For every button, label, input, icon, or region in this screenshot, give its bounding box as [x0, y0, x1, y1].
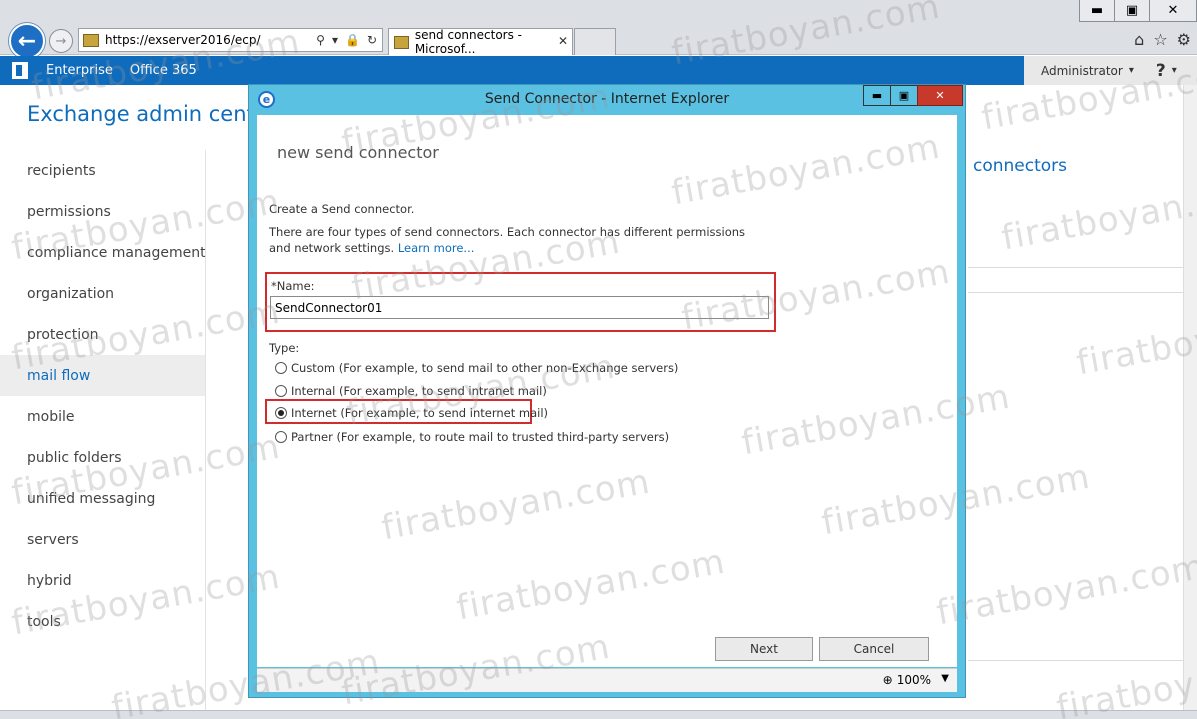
learn-more-link[interactable]: Learn more...	[398, 241, 475, 255]
description-text: There are four types of send connectors.…	[269, 224, 749, 256]
type-label: Type:	[269, 341, 300, 355]
popup-minimize-button[interactable]: ▬	[863, 85, 891, 106]
nav-item-unified-messaging[interactable]: unified messaging	[0, 478, 206, 519]
popup-window-title: Send Connector - Internet Explorer	[484, 91, 730, 107]
nav-item-tools[interactable]: tools	[0, 601, 206, 642]
tab-title: send connectors - Microsof...	[414, 28, 522, 56]
new-tab-button[interactable]	[574, 28, 616, 55]
address-bar[interactable]: https://exserver2016/ecp/ ⚲ ▾ 🔒 ↻	[78, 28, 383, 52]
dropdown-icon[interactable]: ▾	[332, 33, 338, 47]
minimize-button[interactable]: ▬	[1079, 0, 1115, 22]
popup-close-button[interactable]: ✕	[917, 85, 963, 106]
nav-item-recipients[interactable]: recipients	[0, 150, 206, 191]
help-icon[interactable]: ?	[1156, 61, 1166, 81]
popup-window-controls: ▬ ▣ ✕	[863, 85, 963, 106]
popup-maximize-button[interactable]: ▣	[890, 85, 918, 106]
cancel-button[interactable]: Cancel	[819, 637, 929, 661]
radio-label: Custom (For example, to send mail to oth…	[291, 361, 679, 375]
favorites-star-icon[interactable]: ☆	[1153, 30, 1167, 49]
intro-text: Create a Send connector.	[269, 202, 415, 216]
zoom-level: 100%	[896, 673, 931, 687]
description: There are four types of send connectors.…	[269, 225, 746, 255]
dialog-heading: new send connector	[277, 143, 439, 162]
lock-icon[interactable]: 🔒	[345, 33, 360, 47]
nav-divider	[205, 150, 206, 710]
address-url[interactable]: https://exserver2016/ecp/	[105, 33, 316, 47]
radio-label: Partner (For example, to route mail to t…	[291, 430, 670, 444]
user-name[interactable]: Administrator	[1041, 64, 1123, 78]
enterprise-link[interactable]: Enterprise	[46, 63, 113, 78]
zoom-icon[interactable]: ⊕	[883, 673, 893, 687]
back-arrow-icon[interactable]: ←	[9, 23, 45, 59]
office365-link[interactable]: Office 365	[130, 63, 197, 78]
radio-selected-icon[interactable]	[275, 407, 287, 419]
refresh-icon[interactable]: ↻	[367, 33, 377, 47]
radio-internal[interactable]: Internal (For example, to send intranet …	[275, 384, 547, 398]
radio-partner[interactable]: Partner (For example, to route mail to t…	[275, 430, 669, 444]
window-bottom-frame	[0, 710, 1197, 719]
user-menu[interactable]: Administrator ▾ ? ▾	[1024, 56, 1197, 85]
browser-chrome: ▬ ▣ ✕ ← → https://exserver2016/ecp/ ⚲ ▾ …	[0, 0, 1197, 59]
watermark-text: firatboyan.com	[1073, 296, 1197, 384]
watermark-text: firatboyan.com	[998, 171, 1197, 259]
connectors-tab[interactable]: connectors	[973, 156, 1067, 176]
browser-tab[interactable]: send connectors - Microsof... ✕	[388, 28, 573, 56]
nav-item-hybrid[interactable]: hybrid	[0, 560, 206, 601]
name-field-highlight: *Name:	[265, 272, 776, 332]
popup-status-bar: ⊕ 100% ▼	[257, 668, 957, 692]
maximize-button[interactable]: ▣	[1114, 0, 1150, 22]
radio-internet[interactable]: Internet (For example, to send internet …	[275, 406, 548, 420]
radio-custom[interactable]: Custom (For example, to send mail to oth…	[275, 361, 678, 375]
nav-item-permissions[interactable]: permissions	[0, 191, 206, 232]
watermark-text: firatboyan.com	[933, 546, 1197, 634]
radio-label: Internet (For example, to send internet …	[291, 406, 548, 420]
window-controls: ▬ ▣ ✕	[1079, 0, 1197, 22]
page-title: Exchange admin center	[27, 102, 277, 126]
divider	[968, 660, 1183, 661]
radio-circle-icon[interactable]	[275, 385, 287, 397]
tab-close-icon[interactable]: ✕	[558, 34, 568, 48]
chevron-down-icon[interactable]: ▾	[1172, 65, 1177, 76]
settings-gear-icon[interactable]: ⚙	[1177, 30, 1191, 49]
nav-item-mail-flow[interactable]: mail flow	[0, 355, 206, 396]
office-logo-icon[interactable]	[12, 62, 28, 79]
nav-item-protection[interactable]: protection	[0, 314, 206, 355]
nav-item-organization[interactable]: organization	[0, 273, 206, 314]
next-button[interactable]: Next	[715, 637, 813, 661]
site-favicon-icon	[83, 33, 99, 47]
close-button[interactable]: ✕	[1149, 0, 1197, 22]
send-connector-window: e Send Connector - Internet Explorer ▬ ▣…	[248, 84, 966, 698]
divider	[968, 292, 1183, 293]
name-label: *Name:	[271, 279, 315, 293]
nav-item-compliance-management[interactable]: compliance management	[0, 232, 206, 273]
radio-label: Internal (For example, to send intranet …	[291, 384, 547, 398]
zoom-control[interactable]: ⊕ 100%	[883, 673, 931, 687]
office365-bar: Enterprise Office 365 Administrator ▾ ? …	[0, 56, 1197, 85]
tab-favicon-icon	[394, 35, 409, 49]
home-icon[interactable]: ⌂	[1134, 30, 1144, 49]
dialog-body: new send connector Create a Send connect…	[257, 115, 957, 667]
search-icon[interactable]: ⚲	[316, 33, 325, 47]
radio-circle-icon[interactable]	[275, 362, 287, 374]
nav-item-servers[interactable]: servers	[0, 519, 206, 560]
divider	[968, 267, 1183, 268]
page-scrollbar[interactable]	[1183, 85, 1197, 710]
chevron-down-icon[interactable]: ▼	[941, 673, 949, 684]
left-navigation: recipients permissions compliance manage…	[0, 150, 206, 642]
nav-item-mobile[interactable]: mobile	[0, 396, 206, 437]
watermark-text: firatboyan.com	[1053, 641, 1197, 719]
name-input[interactable]	[270, 296, 769, 319]
chevron-down-icon[interactable]: ▾	[1129, 65, 1134, 76]
forward-arrow-icon[interactable]: →	[49, 29, 73, 53]
nav-item-public-folders[interactable]: public folders	[0, 437, 206, 478]
radio-circle-icon[interactable]	[275, 431, 287, 443]
